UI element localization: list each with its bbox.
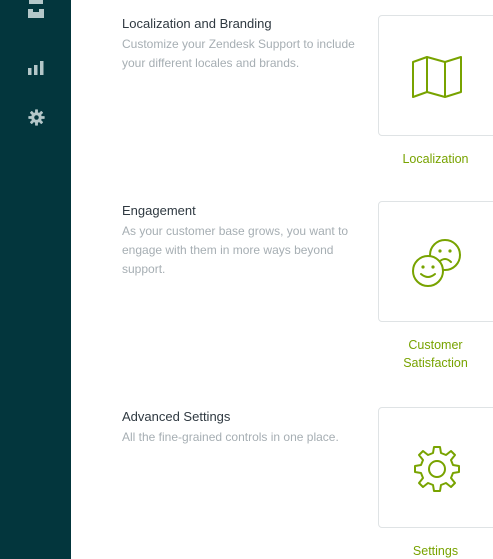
- section-title: Localization and Branding: [122, 16, 272, 31]
- gear-icon: [379, 408, 493, 529]
- section-description: As your customer base grows, you want to…: [122, 224, 349, 276]
- section-localization: Localization and Branding Customize your…: [122, 15, 358, 73]
- tray-icon[interactable]: [23, 0, 49, 24]
- gear-icon[interactable]: [23, 104, 49, 130]
- settings-label[interactable]: Settings: [378, 542, 493, 559]
- settings-card[interactable]: [378, 407, 493, 528]
- smiley-faces-icon: [379, 202, 493, 323]
- localization-label[interactable]: Localization: [378, 150, 493, 168]
- section-advanced-settings: Advanced Settings All the fine-grained c…: [122, 408, 358, 447]
- localization-card[interactable]: [378, 15, 493, 136]
- customer-satisfaction-label[interactable]: Customer Satisfaction: [378, 336, 493, 372]
- sidebar: [0, 0, 71, 559]
- section-description: Customize your Zendesk Support to includ…: [122, 37, 355, 70]
- bar-chart-icon[interactable]: [23, 55, 49, 81]
- section-description: All the fine-grained controls in one pla…: [122, 430, 339, 444]
- customer-satisfaction-card[interactable]: [378, 201, 493, 322]
- section-title: Advanced Settings: [122, 409, 231, 424]
- section-title: Engagement: [122, 203, 196, 218]
- admin-overview-page: Localization and Branding Customize your…: [0, 0, 493, 559]
- section-engagement: Engagement As your customer base grows, …: [122, 202, 358, 279]
- map-icon: [379, 16, 493, 137]
